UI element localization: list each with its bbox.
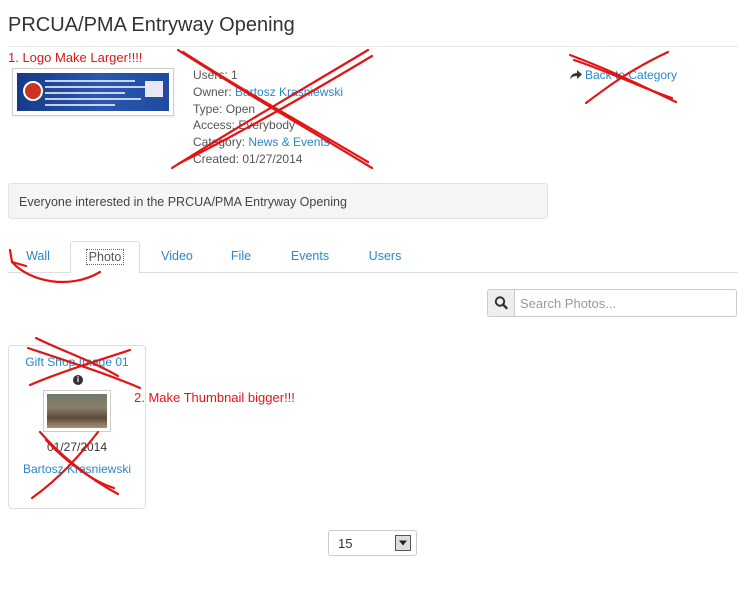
tab-events[interactable]: Events — [280, 241, 340, 272]
search-button[interactable] — [488, 290, 515, 316]
search-icon — [494, 296, 508, 310]
group-logo[interactable] — [12, 68, 174, 116]
logo-image — [17, 73, 169, 111]
meta-created: Created: 01/27/2014 — [193, 151, 303, 166]
meta-category: Category: News & Events — [193, 135, 330, 150]
photo-thumbnail[interactable] — [43, 390, 111, 432]
page-title: PRCUA/PMA Entryway Opening — [8, 14, 295, 36]
title-divider — [8, 46, 738, 47]
meta-access: Access: Everybody — [193, 118, 296, 133]
annotation-logo-note: 1. Logo Make Larger!!!! — [8, 50, 143, 65]
meta-users: Users: 1 — [193, 68, 238, 82]
thumbnail-image — [47, 394, 107, 428]
share-arrow-icon — [570, 70, 582, 80]
photo-search — [487, 289, 737, 317]
owner-link[interactable]: Bartosz Krasniewski — [235, 85, 343, 99]
tab-users[interactable]: Users — [355, 241, 415, 272]
photo-date: 01/27/2014 — [46, 440, 108, 454]
chevron-down-icon — [395, 535, 411, 551]
annotation-thumbnail-note: 2. Make Thumbnail bigger!!! — [134, 390, 295, 405]
logo-mark — [145, 81, 163, 97]
tab-video[interactable]: Video — [148, 241, 206, 272]
photo-title-link[interactable]: Gift Shop Image 01 — [9, 355, 145, 369]
logo-emblem — [23, 81, 43, 101]
category-link[interactable]: News & Events — [248, 135, 329, 149]
back-to-category-link[interactable]: Back to Category — [570, 68, 677, 82]
group-description: Everyone interested in the PRCUA/PMA Ent… — [8, 183, 548, 219]
group-meta: Users: 1 Owner: Bartosz Krasniewski Type… — [193, 67, 343, 168]
tab-photo[interactable]: Photo — [70, 241, 140, 274]
photo-card: Gift Shop Image 01 i 01/27/2014 Bartosz … — [8, 345, 146, 509]
tab-file[interactable]: File — [216, 241, 266, 272]
photo-author-link[interactable]: Bartosz Krasniewski — [19, 462, 135, 477]
search-input[interactable] — [516, 290, 736, 316]
meta-owner: Owner: Bartosz Krasniewski — [193, 84, 344, 99]
per-page-value: 15 — [338, 536, 353, 551]
meta-type: Type: Open — [193, 101, 256, 116]
tab-wall[interactable]: Wall — [12, 241, 64, 272]
per-page-select[interactable]: 15 — [328, 530, 417, 556]
info-icon[interactable]: i — [73, 375, 83, 385]
tab-bar: Wall Photo Video File Events Users — [8, 241, 738, 274]
